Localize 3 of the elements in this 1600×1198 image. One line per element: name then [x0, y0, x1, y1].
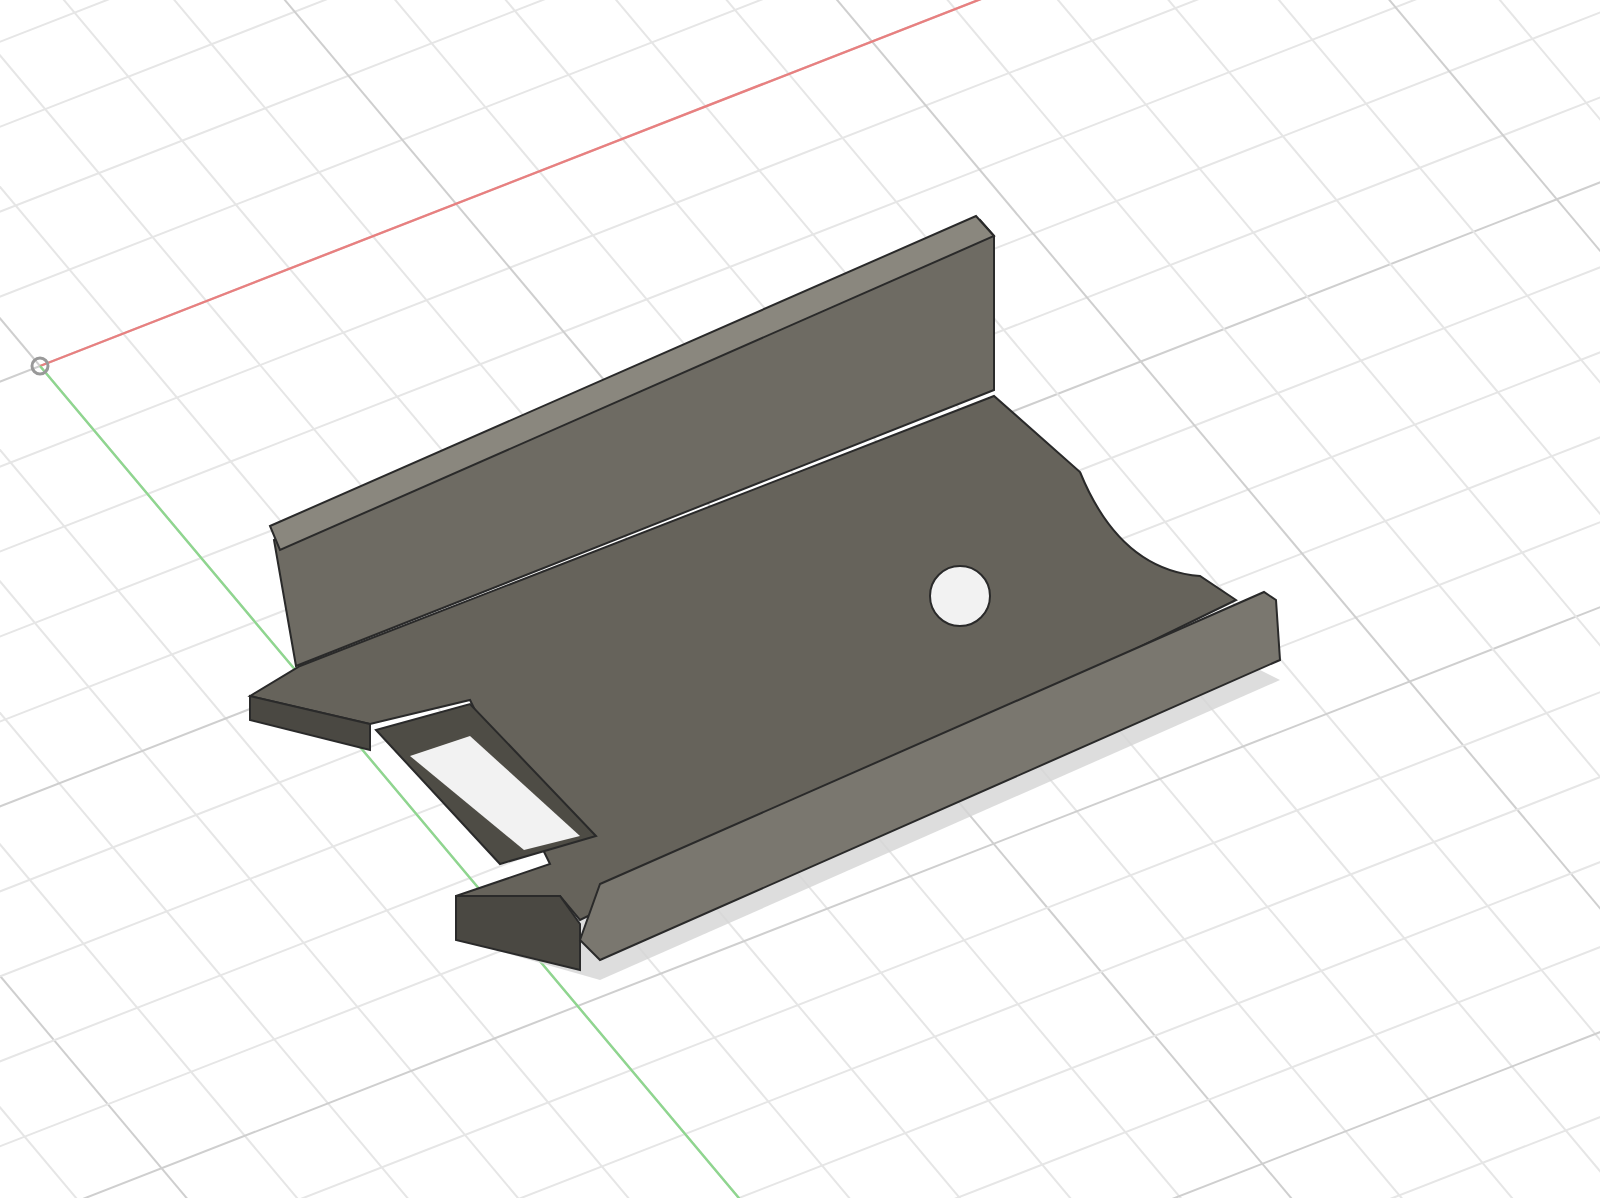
viewport-canvas[interactable]	[0, 0, 1600, 1198]
bracket-drawing[interactable]	[249, 214, 1282, 980]
origin-icon	[30, 356, 50, 376]
